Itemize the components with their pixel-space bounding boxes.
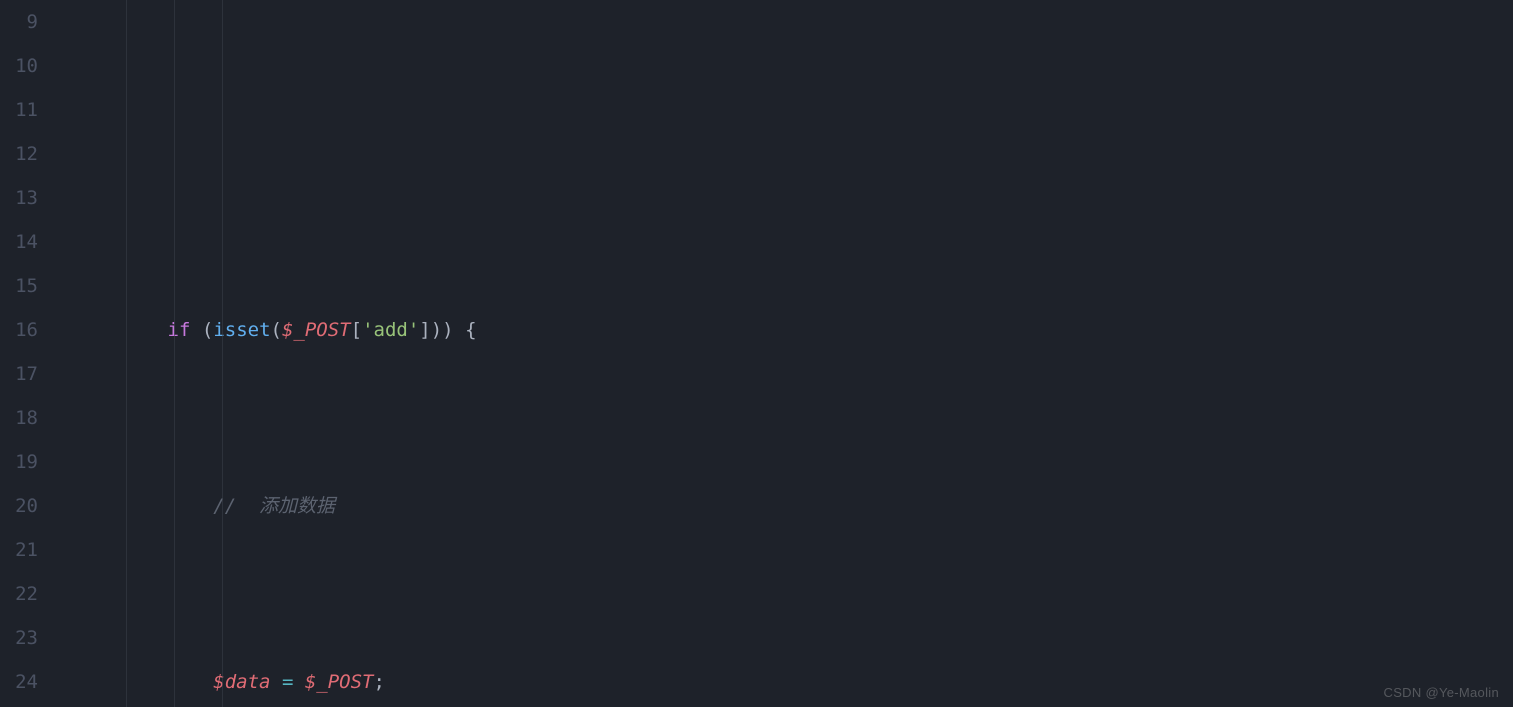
line-number: 10 [0, 44, 38, 88]
line-number: 20 [0, 484, 38, 528]
line-number: 11 [0, 88, 38, 132]
code-line: $data = $_POST; [76, 660, 1513, 704]
line-number: 13 [0, 176, 38, 220]
line-number: 14 [0, 220, 38, 264]
line-number: 22 [0, 572, 38, 616]
line-number: 23 [0, 616, 38, 660]
line-number-gutter: 9101112131415161718192021222324 [0, 0, 58, 707]
code-line: // 添加数据 [76, 484, 1513, 528]
line-number: 12 [0, 132, 38, 176]
line-number: 19 [0, 440, 38, 484]
line-number: 17 [0, 352, 38, 396]
line-number: 24 [0, 660, 38, 704]
line-number: 21 [0, 528, 38, 572]
line-number: 18 [0, 396, 38, 440]
line-number: 9 [0, 0, 38, 44]
line-number: 15 [0, 264, 38, 308]
code-area[interactable]: if (isset($_POST['add'])) { // 添加数据 $dat… [58, 0, 1513, 707]
indent-guide [174, 0, 175, 707]
indent-guide [126, 0, 127, 707]
watermark: CSDN @Ye-Maolin [1384, 685, 1499, 701]
indent-guide [222, 0, 223, 707]
code-editor: 9101112131415161718192021222324 if (isse… [0, 0, 1513, 707]
line-number: 16 [0, 308, 38, 352]
code-line: if (isset($_POST['add'])) { [76, 308, 1513, 352]
